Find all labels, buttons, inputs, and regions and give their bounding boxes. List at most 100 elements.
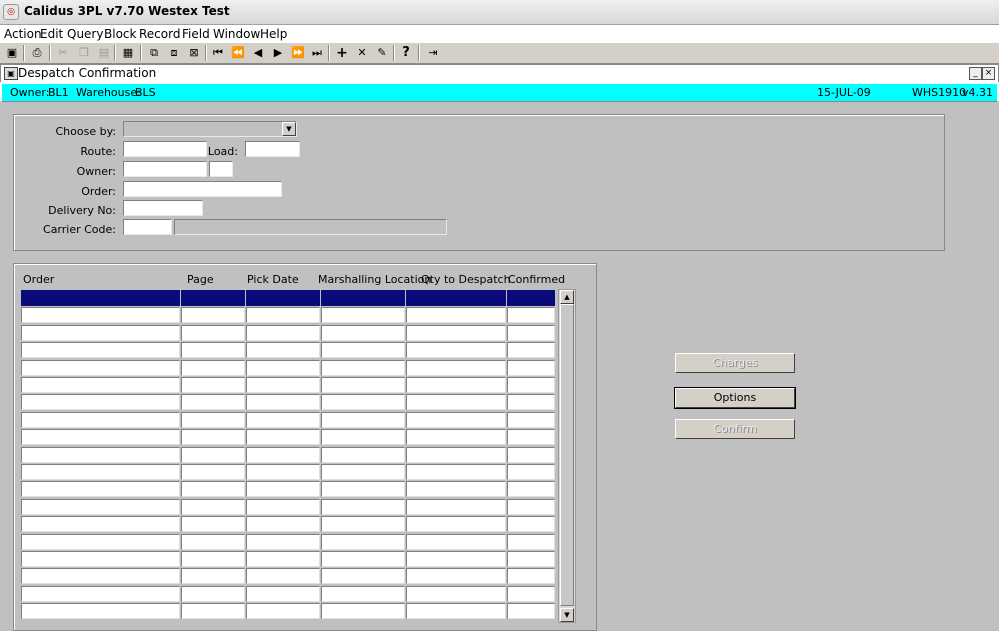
cell-qty-to-despatch[interactable]: [406, 377, 506, 393]
print-icon[interactable]: ⎙: [29, 45, 45, 61]
menu-help[interactable]: Help: [260, 27, 287, 41]
cell-pick-date[interactable]: [246, 360, 320, 376]
previous-record-icon[interactable]: ◀: [250, 45, 266, 61]
cell-order[interactable]: [21, 325, 180, 341]
cell-marshalling-location[interactable]: [321, 377, 405, 393]
cell-qty-to-despatch[interactable]: [406, 360, 506, 376]
menu-block[interactable]: Block: [104, 27, 136, 41]
cell-pick-date[interactable]: [246, 464, 320, 480]
delete-record-icon[interactable]: ✕: [354, 45, 370, 61]
cell-marshalling-location[interactable]: [321, 325, 405, 341]
cancel-query-icon[interactable]: ⊠: [186, 45, 202, 61]
menu-field[interactable]: Field: [182, 27, 210, 41]
cell-pick-date[interactable]: [246, 586, 320, 602]
cell-order[interactable]: [21, 429, 180, 445]
cell-page[interactable]: [181, 325, 245, 341]
carrier-code-field[interactable]: [123, 219, 172, 235]
save-icon[interactable]: ▣: [4, 45, 20, 61]
charges-button[interactable]: Charges: [675, 353, 795, 373]
cell-order[interactable]: [21, 394, 180, 410]
cell-marshalling-location[interactable]: [321, 568, 405, 584]
edit-icon[interactable]: ✎: [374, 45, 390, 61]
cell-qty-to-despatch[interactable]: [406, 325, 506, 341]
cell-order[interactable]: [21, 586, 180, 602]
cell-order[interactable]: [21, 516, 180, 532]
cell-confirmed[interactable]: [507, 481, 555, 497]
cell-order[interactable]: [21, 481, 180, 497]
cell-order[interactable]: [21, 464, 180, 480]
menu-record[interactable]: Record: [139, 27, 180, 41]
cut-icon[interactable]: ✂: [55, 45, 71, 61]
cell-confirmed[interactable]: [507, 290, 555, 306]
minimize-button[interactable]: _: [969, 67, 982, 80]
cell-order[interactable]: [21, 603, 180, 619]
cell-confirmed[interactable]: [507, 464, 555, 480]
cell-qty-to-despatch[interactable]: [406, 307, 506, 323]
cell-qty-to-despatch[interactable]: [406, 586, 506, 602]
cell-confirmed[interactable]: [507, 360, 555, 376]
cell-confirmed[interactable]: [507, 307, 555, 323]
menu-edit[interactable]: Edit: [40, 27, 63, 41]
exit-icon[interactable]: ⇥: [425, 45, 441, 61]
cell-page[interactable]: [181, 342, 245, 358]
execute-query-icon[interactable]: ⧈: [166, 45, 182, 61]
cell-marshalling-location[interactable]: [321, 447, 405, 463]
cell-marshalling-location[interactable]: [321, 394, 405, 410]
cell-order[interactable]: [21, 360, 180, 376]
cell-confirmed[interactable]: [507, 377, 555, 393]
cell-confirmed[interactable]: [507, 516, 555, 532]
cell-page[interactable]: [181, 551, 245, 567]
cell-pick-date[interactable]: [246, 568, 320, 584]
delivery-no-field[interactable]: [123, 200, 203, 216]
cell-marshalling-location[interactable]: [321, 481, 405, 497]
cell-confirmed[interactable]: [507, 394, 555, 410]
cell-order[interactable]: [21, 377, 180, 393]
paste-icon[interactable]: ▤: [96, 45, 112, 61]
cell-page[interactable]: [181, 360, 245, 376]
cell-qty-to-despatch[interactable]: [406, 290, 506, 306]
cell-pick-date[interactable]: [246, 499, 320, 515]
cell-marshalling-location[interactable]: [321, 429, 405, 445]
cell-confirmed[interactable]: [507, 429, 555, 445]
choose-by-select[interactable]: ▼: [123, 121, 297, 137]
cell-marshalling-location[interactable]: [321, 534, 405, 550]
cell-confirmed[interactable]: [507, 586, 555, 602]
cell-pick-date[interactable]: [246, 325, 320, 341]
cell-pick-date[interactable]: [246, 429, 320, 445]
cell-qty-to-despatch[interactable]: [406, 603, 506, 619]
cell-page[interactable]: [181, 412, 245, 428]
cell-qty-to-despatch[interactable]: [406, 481, 506, 497]
cell-marshalling-location[interactable]: [321, 290, 405, 306]
cell-page[interactable]: [181, 603, 245, 619]
scroll-thumb[interactable]: [560, 304, 574, 606]
cell-marshalling-location[interactable]: [321, 499, 405, 515]
cell-page[interactable]: [181, 394, 245, 410]
cell-marshalling-location[interactable]: [321, 342, 405, 358]
cell-marshalling-location[interactable]: [321, 516, 405, 532]
cell-confirmed[interactable]: [507, 534, 555, 550]
cell-pick-date[interactable]: [246, 603, 320, 619]
cell-qty-to-despatch[interactable]: [406, 412, 506, 428]
cell-qty-to-despatch[interactable]: [406, 429, 506, 445]
menu-query[interactable]: Query: [67, 27, 103, 41]
cell-order[interactable]: [21, 342, 180, 358]
cell-qty-to-despatch[interactable]: [406, 499, 506, 515]
cell-confirmed[interactable]: [507, 551, 555, 567]
cell-order[interactable]: [21, 447, 180, 463]
cell-page[interactable]: [181, 447, 245, 463]
cell-marshalling-location[interactable]: [321, 586, 405, 602]
cell-qty-to-despatch[interactable]: [406, 464, 506, 480]
order-field[interactable]: [123, 181, 282, 197]
cell-pick-date[interactable]: [246, 481, 320, 497]
cell-confirmed[interactable]: [507, 412, 555, 428]
cell-confirmed[interactable]: [507, 325, 555, 341]
cell-page[interactable]: [181, 290, 245, 306]
next-block-icon[interactable]: ⏩: [290, 45, 306, 61]
first-record-icon[interactable]: ⏮: [210, 45, 226, 61]
next-record-icon[interactable]: ▶: [270, 45, 286, 61]
owner-sub-field[interactable]: [209, 161, 233, 177]
help-icon[interactable]: ?: [398, 45, 414, 61]
cell-marshalling-location[interactable]: [321, 307, 405, 323]
cell-qty-to-despatch[interactable]: [406, 516, 506, 532]
last-record-icon[interactable]: ⏭: [309, 45, 325, 61]
